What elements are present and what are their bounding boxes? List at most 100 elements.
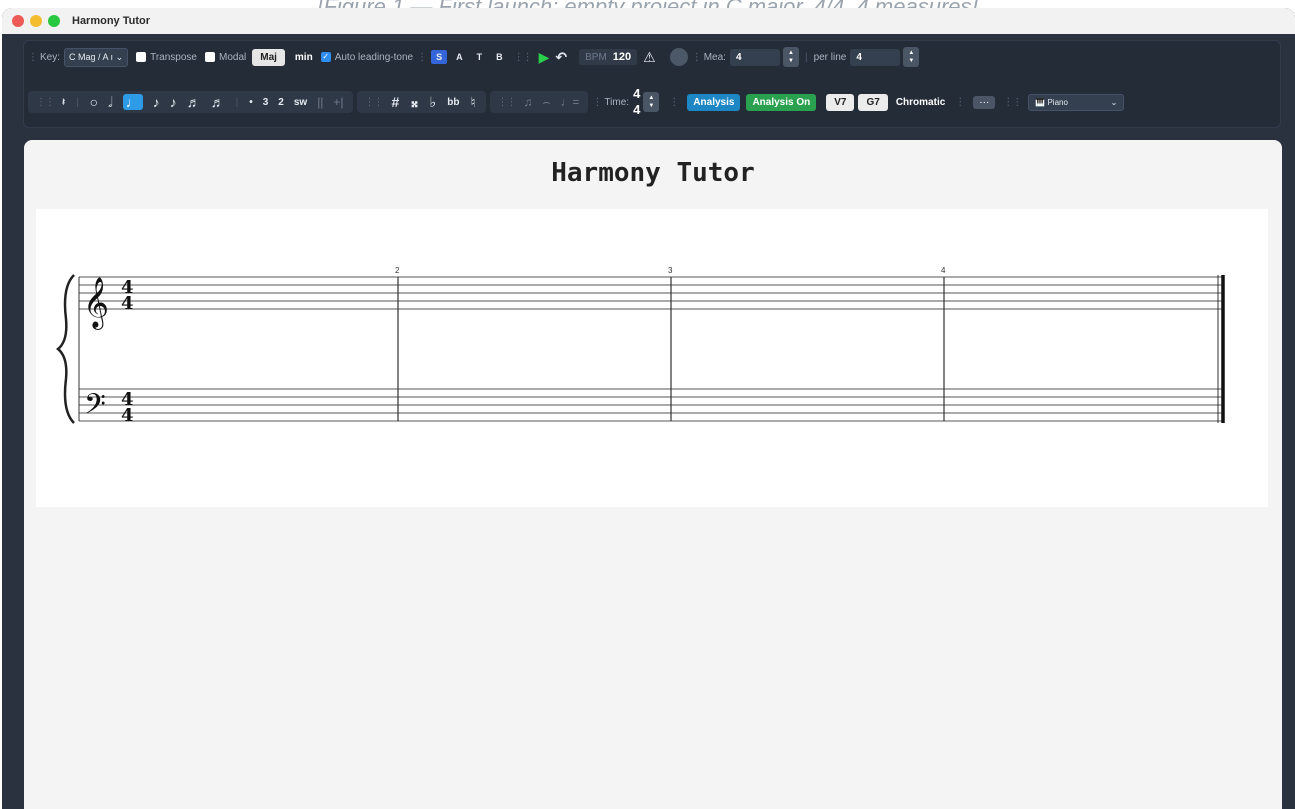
voice-soprano-button[interactable]: S: [431, 50, 448, 64]
score-view: Harmony Tutor 𝄞 𝄢 4 4 4 4 2 3 4: [24, 140, 1282, 809]
drag-handle-icon[interactable]: ⋮⋮: [498, 97, 517, 108]
instrument-select[interactable]: 🎹 Piano ⌄: [1028, 93, 1125, 111]
bpm-control[interactable]: BPM 120: [579, 49, 638, 65]
add-barline-button[interactable]: +|: [333, 95, 343, 109]
stepper-up-icon[interactable]: ▲: [788, 49, 794, 57]
drag-handle-icon[interactable]: ⋮: [417, 52, 427, 63]
bass-time-bottom: 4: [121, 405, 134, 426]
thirty-second-note-button[interactable]: ♬: [187, 94, 201, 110]
eighth-note-button[interactable]: ♪: [153, 94, 160, 110]
sixteenth-note-button[interactable]: ♪: [170, 94, 177, 110]
grand-staff[interactable]: 𝄞 𝄢 4 4 4 4 2 3 4: [36, 209, 1268, 507]
toolbar-row-2: ⋮⋮ 𝄽 | ○ 𝅗𝅥 ♩ ♪ ♪ ♬ ♬ | • 3 2 sw || +| ⋮…: [24, 86, 1125, 118]
per-line-stepper[interactable]: ▲ ▼: [903, 47, 920, 67]
play-icon[interactable]: ▶: [539, 49, 550, 66]
sharp-button[interactable]: #: [392, 94, 400, 110]
stepper-up-icon[interactable]: ▲: [908, 49, 914, 57]
stepper-down-icon[interactable]: ▼: [648, 102, 654, 110]
measure-number: 3: [668, 266, 673, 275]
measures-stepper[interactable]: ▲ ▼: [782, 47, 799, 67]
window-title: Harmony Tutor: [72, 15, 151, 27]
instrument-select-value: 🎹 Piano: [1035, 97, 1068, 107]
metronome-icon[interactable]: ⚠: [643, 49, 656, 66]
analysis-button[interactable]: Analysis: [687, 93, 741, 111]
drag-handle-icon[interactable]: ⋮: [592, 97, 602, 108]
measures-label: Mea:: [703, 51, 726, 63]
modal-checkbox[interactable]: [204, 52, 215, 62]
time-top-value[interactable]: 4: [633, 86, 640, 102]
stepper-down-icon[interactable]: ▼: [788, 57, 794, 65]
auto-leading-tone-label: Auto leading-tone: [334, 51, 414, 63]
half-note-button[interactable]: 𝅗𝅥: [108, 94, 112, 111]
time-bottom-value[interactable]: 4: [633, 102, 640, 118]
bpm-value[interactable]: 120: [613, 51, 631, 63]
double-flat-button[interactable]: bb: [447, 97, 459, 108]
chromatic-button[interactable]: Chromatic: [896, 97, 945, 108]
barline-button[interactable]: ||: [317, 95, 323, 109]
double-sharp-button[interactable]: 𝄪: [411, 94, 417, 111]
measure-number: 4: [941, 266, 946, 275]
modal-label: Modal: [218, 51, 247, 63]
time-stepper[interactable]: ▲ ▼: [643, 92, 660, 112]
stepper-up-icon[interactable]: ▲: [648, 94, 654, 102]
dot-button[interactable]: •: [249, 97, 253, 108]
close-window-button[interactable]: [12, 15, 24, 27]
whole-note-button[interactable]: ○: [90, 94, 98, 110]
beam-button[interactable]: ♫: [524, 95, 533, 109]
treble-time-bottom: 4: [121, 293, 134, 314]
voice-tenor-button[interactable]: T: [472, 50, 488, 64]
minimize-window-button[interactable]: [30, 15, 42, 27]
sixty-fourth-note-button[interactable]: ♬: [211, 94, 225, 110]
divider: |: [235, 96, 239, 108]
brace-icon: [56, 274, 75, 424]
undo-icon[interactable]: ↶: [555, 49, 567, 66]
record-toggle[interactable]: [669, 48, 688, 66]
swing-button[interactable]: sw: [294, 97, 307, 108]
natural-button[interactable]: ♮: [470, 94, 475, 111]
score-sheet[interactable]: 𝄞 𝄢 4 4 4 4 2 3 4: [36, 209, 1268, 507]
drag-handle-icon[interactable]: ⋮: [955, 97, 965, 108]
bass-clef-icon: 𝄢: [84, 388, 106, 428]
chevron-down-icon: ⌄: [1110, 97, 1118, 107]
measures-input[interactable]: 4: [729, 48, 780, 66]
key-select-value: C Mag / A ı: [69, 51, 114, 62]
drag-handle-icon[interactable]: ⋮⋮: [36, 97, 55, 108]
tuplet-icon[interactable]: ♩=: [560, 95, 579, 109]
drag-handle-icon[interactable]: ⋮: [669, 97, 679, 108]
bpm-label: BPM: [585, 51, 607, 63]
auto-leading-tone-checkbox[interactable]: ✓: [320, 52, 331, 62]
per-line-input[interactable]: 4: [850, 48, 901, 66]
drag-handle-icon[interactable]: ⋮⋮: [365, 97, 384, 108]
minor-button[interactable]: min: [295, 52, 313, 63]
flat-button[interactable]: ♭: [430, 94, 437, 111]
analysis-on-button[interactable]: Analysis On: [746, 93, 817, 111]
treble-staff: [79, 276, 1224, 310]
key-label: Key:: [40, 51, 61, 63]
toolbar-row-1: ⋮ Key: C Mag / A ı ⌄ Transpose Modal Maj…: [24, 43, 920, 71]
measure-number: 2: [395, 266, 400, 275]
score-title: Harmony Tutor: [551, 158, 755, 188]
voice-alto-button[interactable]: A: [451, 50, 468, 64]
voice-bass-button[interactable]: B: [491, 50, 508, 64]
app-window: Harmony Tutor ⋮ Key: C Mag / A ı ⌄ Trans…: [2, 8, 1295, 809]
drag-handle-icon[interactable]: ⋮⋮: [1003, 97, 1022, 108]
zoom-window-button[interactable]: [48, 15, 60, 27]
tie-button[interactable]: ⌢: [543, 95, 551, 110]
transpose-checkbox[interactable]: [136, 52, 147, 62]
rest-button[interactable]: 𝄽: [62, 97, 65, 108]
drag-handle-icon[interactable]: ⋮⋮: [514, 52, 533, 63]
quarter-note-button[interactable]: ♩: [122, 94, 143, 110]
stepper-down-icon[interactable]: ▼: [908, 57, 914, 65]
duplet-button[interactable]: 2: [278, 97, 284, 108]
g7-button[interactable]: G7: [858, 93, 888, 111]
triplet-button[interactable]: 3: [263, 97, 269, 108]
key-select[interactable]: C Mag / A ı ⌄: [64, 47, 129, 67]
title-bar: Harmony Tutor: [2, 8, 1295, 34]
more-options-button[interactable]: ···: [973, 95, 996, 109]
time-signature-control[interactable]: 4 4: [633, 86, 640, 118]
v7-button[interactable]: V7: [826, 93, 855, 111]
toolbar: ⋮ Key: C Mag / A ı ⌄ Transpose Modal Maj…: [23, 40, 1281, 128]
drag-handle-icon[interactable]: ⋮: [28, 52, 38, 63]
major-button[interactable]: Maj: [252, 48, 285, 66]
drag-handle-icon[interactable]: ⋮: [692, 52, 702, 63]
